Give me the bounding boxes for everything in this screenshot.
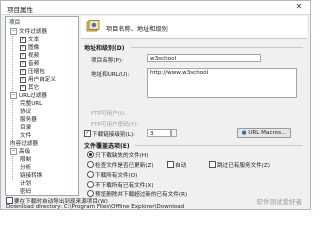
tree-item[interactable]: ✓ 图像	[20, 44, 39, 52]
tree-item[interactable]: 服务器	[20, 116, 37, 124]
override-section-title: 文件覆盖选项(E)	[84, 143, 130, 150]
collapse-toggle-icon[interactable]: −	[10, 92, 17, 99]
project-properties-window: 项目属性 ✕ 项目 − 文件过滤器 ✓ 文本 ✓ 图像 ✓ 视频 ✓ 音频 ✓ 压缩包 ✓ 用户自定义 ✓ 其…	[0, 0, 311, 210]
tree-item[interactable]: 协议	[20, 108, 31, 116]
download-directory-text: Download directory: C:\Program Files\Off…	[6, 204, 185, 210]
tree-item-label: URL过滤器	[19, 93, 47, 99]
tree-item-checkbox[interactable]: ✓	[20, 84, 26, 91]
collapse-toggle-icon[interactable]: −	[10, 28, 17, 35]
url-macros-label: URL Macros...	[248, 130, 287, 136]
project-icon	[86, 20, 100, 32]
auto-checkbox[interactable]	[167, 161, 174, 168]
level-input[interactable]: 3	[147, 129, 171, 137]
tree-item[interactable]: ✓ 其它	[20, 84, 39, 92]
project-name-label: 项目名称(P):	[91, 58, 123, 64]
tree-item-checkbox[interactable]: ✓	[20, 68, 26, 75]
checkmark-icon: ✓	[85, 130, 90, 136]
url-textarea[interactable]: http://www.w3school	[147, 68, 297, 98]
close-icon[interactable]: ✕	[292, 2, 306, 12]
option-missing-only-label: 只下载缺失的文件(H)	[95, 153, 149, 159]
ftp-user-label: FTP可用户(I):	[91, 111, 126, 117]
globe-icon: ●	[241, 130, 247, 136]
option-download-all-label: 下载所有文件(O)	[95, 173, 138, 179]
level-label: 下载链接级别(L):	[92, 132, 135, 138]
tree-item-label: 密码	[20, 189, 32, 195]
tree-item[interactable]: 计划	[20, 180, 31, 188]
watermark: 软件测试爱好者	[256, 198, 303, 206]
tree-item-checkbox[interactable]: ✓	[20, 52, 26, 59]
project-name-input[interactable]: w3school	[147, 54, 261, 62]
option-check-updated-radio[interactable]	[87, 161, 94, 168]
option-skip-existing-label: 不下载所有已有文件(X)	[95, 183, 154, 189]
right-panel: 项目名称、地址和级别 地址和级别(D) 项目名称(P): w3school 地址…	[81, 16, 307, 198]
tree-item[interactable]: 完整URL	[20, 100, 42, 108]
tree-root[interactable]: 项目	[9, 19, 20, 27]
level-spinner[interactable]	[171, 129, 177, 137]
tree-item[interactable]: 目录	[20, 124, 31, 132]
tree-item-label: 分析	[20, 165, 32, 171]
tree-item-checkbox[interactable]: ✓	[20, 76, 26, 83]
skip-server-files-checkbox[interactable]	[209, 161, 216, 168]
panel-header: 项目名称、地址和级别	[81, 16, 307, 39]
option-missing-only-radio[interactable]	[87, 151, 94, 158]
tree-item[interactable]: 分析	[20, 164, 31, 172]
tree-item-label: 限制	[20, 157, 32, 163]
tree-item-checkbox[interactable]: ✓	[20, 36, 26, 43]
tree-item-label: 完整URL	[20, 101, 43, 107]
url-macros-button[interactable]: ● URL Macros...	[237, 128, 291, 138]
tree-root-label: 项目	[9, 20, 21, 26]
tree-item-label: 链接转换	[20, 173, 43, 179]
settings-tree: 项目 − 文件过滤器 ✓ 文本 ✓ 图像 ✓ 视频 ✓ 音频 ✓ 压缩包 ✓ 用户自定义 ✓ 其它 − URL过滤…	[5, 16, 79, 196]
tree-item-label: 音频	[28, 61, 40, 67]
tree-item-label: 文件过滤器	[19, 29, 47, 35]
tree-item-label: 高级	[19, 149, 31, 155]
collapse-toggle-icon[interactable]: −	[10, 148, 17, 155]
url-label: 地址和URL(U):	[91, 72, 130, 78]
ftp-password-label: FTP可用户密码(Y):	[91, 122, 139, 128]
tree-item[interactable]: ✓ 压缩包	[20, 68, 45, 76]
auto-checkbox-label: 自动	[175, 163, 187, 169]
tree-item-label: 文件	[20, 133, 32, 139]
address-section-title: 地址和级别(D)	[84, 45, 125, 52]
section-divider-2	[135, 145, 303, 146]
option-check-updated-label: 检查文件是否已更新(Z)	[95, 163, 154, 169]
tree-item-label: 图像	[28, 45, 40, 51]
level-checkbox[interactable]: ✓	[84, 130, 91, 137]
window-title: 项目属性	[7, 6, 33, 14]
tree-item-checkbox[interactable]: ✓	[20, 60, 26, 67]
tree-item[interactable]: 链接转换	[20, 172, 42, 180]
tree-item[interactable]: − 文件过滤器	[10, 28, 47, 36]
title-bar: 项目属性 ✕	[1, 1, 310, 15]
tree-item-label: 视频	[28, 53, 40, 59]
tree-item-label: 压缩包	[28, 69, 45, 75]
auto-export-checkbox[interactable]	[6, 197, 13, 204]
tree-item[interactable]: 文件	[20, 132, 31, 140]
tree-item[interactable]: ✓ 音频	[20, 60, 39, 68]
tree-item[interactable]: − URL过滤器	[10, 92, 47, 100]
tree-item[interactable]: ✓ 视频	[20, 52, 39, 60]
tree-item-label: 协议	[20, 109, 32, 115]
option-download-all-radio[interactable]	[87, 171, 94, 178]
tree-item-label: 用户自定义	[28, 77, 56, 83]
option-skip-existing-radio[interactable]	[87, 181, 94, 188]
section-divider	[131, 47, 303, 48]
tree-item[interactable]: − 高级	[10, 148, 30, 156]
tree-guide-line	[12, 29, 13, 179]
tree-item-label: 内容过滤器	[10, 141, 38, 147]
panel-header-title: 项目名称、地址和级别	[106, 26, 168, 33]
tree-item-label: 文本	[28, 37, 40, 43]
skip-server-files-label: 跳过已有服务文件(Z)	[217, 163, 270, 169]
tree-item[interactable]: 密码	[20, 188, 32, 195]
tree-item-checkbox[interactable]: ✓	[20, 44, 26, 51]
tree-item[interactable]: 限制	[20, 156, 31, 164]
tree-item-label: 其它	[28, 85, 40, 91]
tree-item[interactable]: ✓ 用户自定义	[20, 76, 56, 84]
tree-item[interactable]: 内容过滤器	[10, 140, 38, 148]
tree-item-label: 目录	[20, 125, 32, 131]
tree-item-label: 服务器	[20, 117, 37, 123]
tree-item-label: 计划	[20, 181, 32, 187]
tree-item[interactable]: ✓ 文本	[20, 36, 39, 44]
